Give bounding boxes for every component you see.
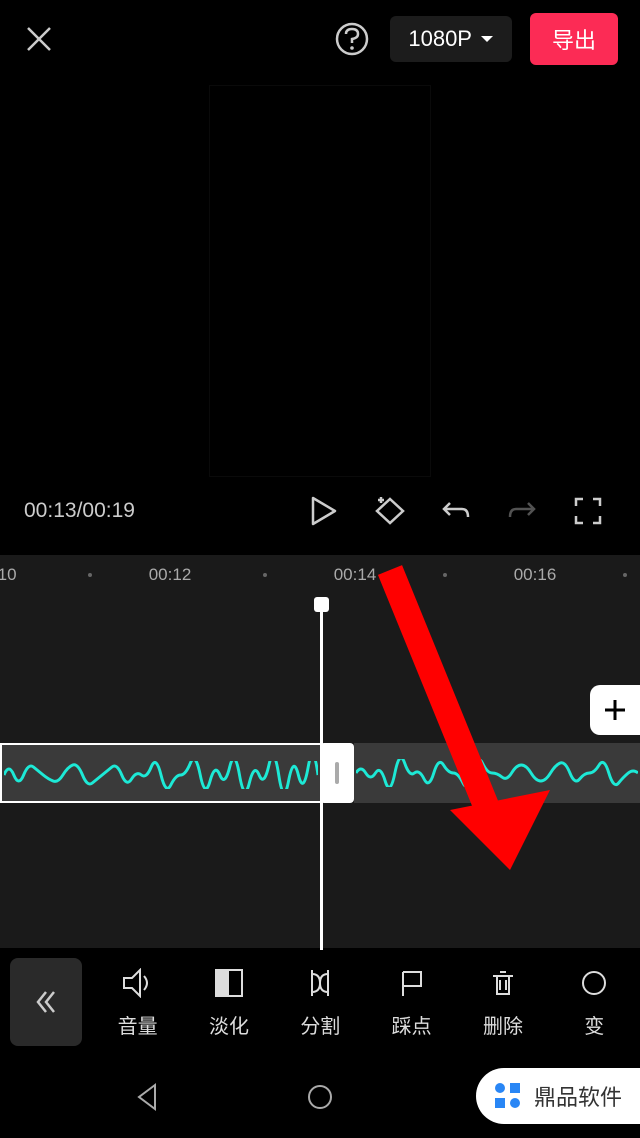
tool-label: 删除	[483, 1010, 523, 1039]
tool-label: 踩点	[392, 1010, 432, 1039]
keyframe-icon	[371, 495, 409, 527]
tool-fade[interactable]: 淡化	[183, 966, 274, 1039]
close-icon	[24, 24, 54, 54]
redo-icon	[506, 497, 538, 525]
help-icon	[334, 21, 370, 57]
watermark-logo	[490, 1078, 526, 1114]
chevron-left-icon	[32, 988, 60, 1016]
ruler-mark: 00:12	[149, 565, 192, 585]
clip-handle[interactable]	[320, 743, 354, 803]
tool-label: 分割	[300, 1010, 340, 1039]
dropdown-icon	[480, 34, 494, 44]
tool-change[interactable]: 变	[549, 966, 640, 1039]
timecode: 00:13/00:19	[24, 499, 286, 523]
toolbar: 音量 淡化 分割 踩点 删除 变	[0, 948, 640, 1056]
tool-volume[interactable]: 音量	[92, 966, 183, 1039]
fullscreen-icon	[574, 497, 602, 525]
split-icon	[303, 966, 337, 1000]
tool-label: 变	[584, 1010, 604, 1039]
ruler-dot	[443, 573, 447, 577]
playhead[interactable]	[320, 605, 323, 950]
keyframe-button[interactable]	[362, 491, 418, 531]
tool-split[interactable]: 分割	[275, 966, 366, 1039]
change-icon	[577, 966, 611, 1000]
ruler-mark: 00:14	[334, 565, 377, 585]
timeline[interactable]: 0:10 00:12 00:14 00:16 糖兄创作的原声	[0, 555, 640, 950]
export-button[interactable]: 导出	[530, 13, 618, 65]
home-icon	[306, 1083, 334, 1111]
tool-label: 淡化	[209, 1010, 249, 1039]
header-right: 1080P 导出	[332, 13, 618, 65]
watermark: 鼎品软件	[476, 1068, 640, 1124]
fullscreen-button[interactable]	[560, 491, 616, 531]
header: 1080P 导出	[0, 0, 640, 77]
tool-label: 音量	[118, 1010, 158, 1039]
beat-icon	[395, 966, 429, 1000]
volume-icon	[121, 966, 155, 1000]
watermark-text: 鼎品软件	[534, 1080, 622, 1112]
player-controls: 00:13/00:19	[0, 477, 640, 545]
undo-icon	[440, 497, 472, 525]
plus-icon	[601, 696, 629, 724]
tool-delete[interactable]: 删除	[457, 966, 548, 1039]
audio-clip-left[interactable]	[0, 743, 320, 803]
nav-home[interactable]	[300, 1077, 340, 1117]
ruler-mark: 00:16	[514, 565, 557, 585]
help-button[interactable]	[332, 19, 372, 59]
delete-icon	[486, 966, 520, 1000]
fade-icon	[212, 966, 246, 1000]
collapse-button[interactable]	[10, 958, 82, 1046]
timeline-ruler: 0:10 00:12 00:14 00:16	[0, 555, 640, 595]
redo-button[interactable]	[494, 491, 550, 531]
close-button[interactable]	[22, 22, 56, 56]
ruler-dot	[623, 573, 627, 577]
audio-clip-right[interactable]: 糖兄创作的原声	[354, 743, 640, 803]
play-button[interactable]	[296, 491, 352, 531]
current-time: 00:13	[24, 499, 77, 522]
tool-beat[interactable]: 踩点	[366, 966, 457, 1039]
ruler-mark: 0:10	[0, 565, 17, 585]
nav-back[interactable]	[127, 1077, 167, 1117]
waveform	[356, 759, 638, 787]
back-icon	[135, 1083, 159, 1111]
play-icon	[311, 496, 337, 526]
video-preview[interactable]	[209, 85, 431, 477]
waveform	[4, 761, 318, 789]
resolution-label: 1080P	[408, 26, 472, 52]
resolution-selector[interactable]: 1080P	[390, 16, 512, 62]
ruler-dot	[263, 573, 267, 577]
undo-button[interactable]	[428, 491, 484, 531]
add-clip-button[interactable]	[590, 685, 640, 735]
total-time: 00:19	[82, 499, 135, 522]
ruler-dot	[88, 573, 92, 577]
